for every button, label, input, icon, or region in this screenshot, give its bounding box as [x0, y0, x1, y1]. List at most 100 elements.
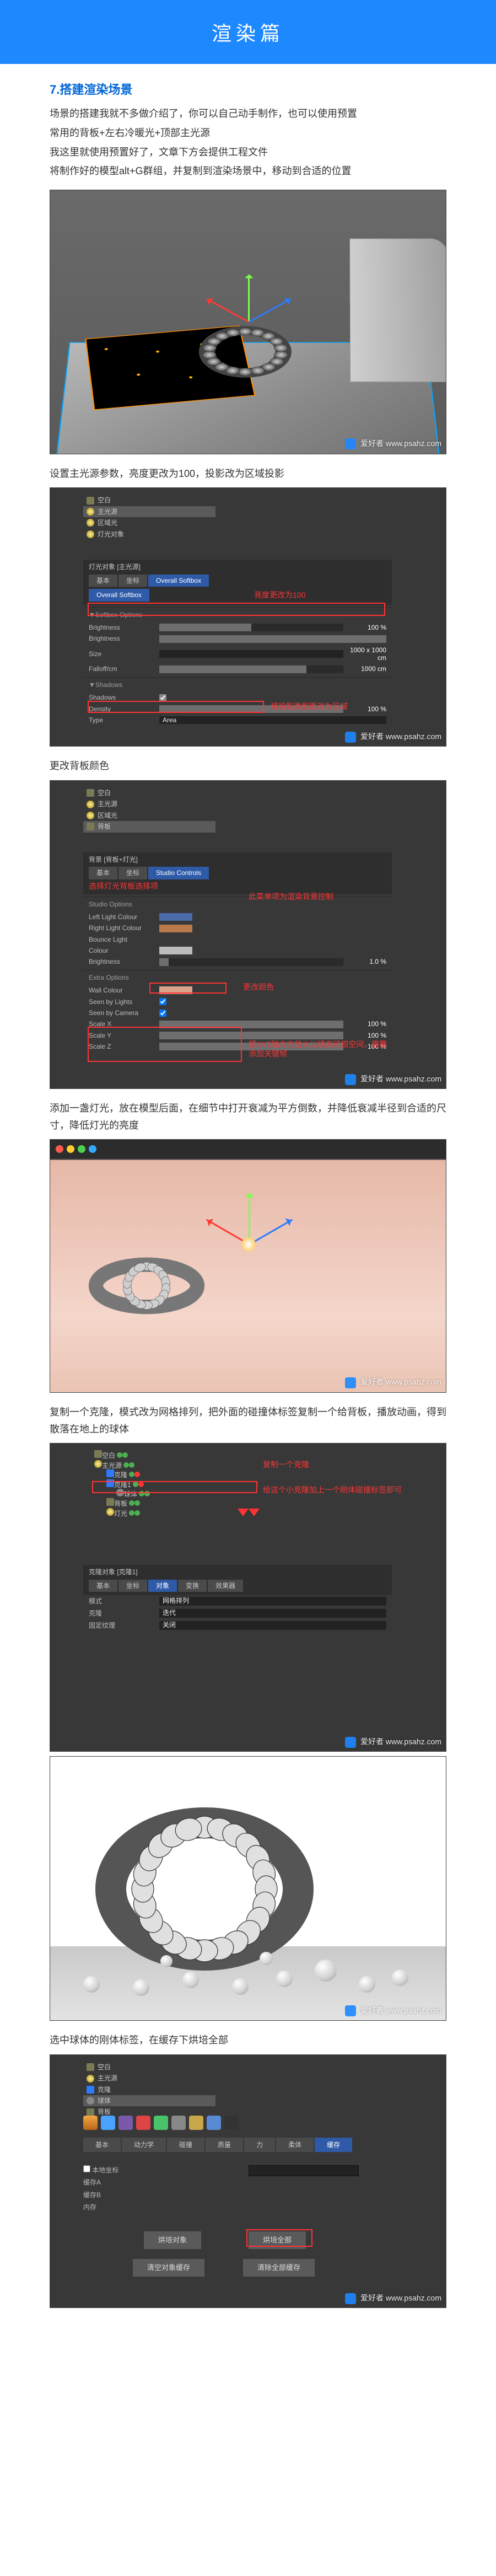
field-size[interactable]: Size 1000 x 1000 cm: [83, 645, 392, 664]
cloner-icon: [106, 1469, 114, 1477]
tree-item[interactable]: 空白: [94, 1450, 249, 1459]
annotation-text: 此菜单项为渲染背景控制: [249, 892, 333, 901]
tag-icon[interactable]: [83, 2116, 98, 2130]
tab-object[interactable]: 对象: [148, 1580, 177, 1592]
attribute-manager: 克隆对象 [克隆1] 基本 坐标 对象 变换 效果器 模式网格排列 克隆迭代 固…: [83, 1565, 392, 1632]
caption-clone-grid: 复制一个克隆，模式改为网格排列，把外面的碰撞体标签复制一个给背板，播放动画，得到…: [50, 1404, 446, 1437]
tree-item[interactable]: 主光源: [94, 1460, 249, 1469]
screenshot-clone-setup: 空白 主光源 克隆 克隆1 球体 背板 灯光 复制一个克隆 给这个小克隆加上一个…: [50, 1443, 446, 1752]
vis-red-icon[interactable]: [134, 1472, 140, 1477]
viewport-toolbar: [50, 1140, 446, 1158]
field-brightness[interactable]: Brightness1.0 %: [83, 956, 392, 967]
brightness-slider[interactable]: [159, 624, 343, 631]
tag-icon[interactable]: [207, 2116, 221, 2130]
field-right-light-colour[interactable]: Right Light Colour: [83, 922, 392, 933]
banner-title: 渲染篇: [212, 22, 284, 45]
field-seen-by-lights[interactable]: Seen by Lights: [83, 996, 392, 1007]
attr-tabs: 基本 坐标 Overall Softbox: [89, 575, 386, 587]
attribute-manager: 灯光对象 [主光源] 基本 坐标 Overall Softbox Overall…: [83, 560, 392, 726]
caption-main-light: 设置主光源参数，亮度更改为100，投影改为区域投影: [50, 465, 446, 482]
cache-dropdown[interactable]: [249, 2165, 359, 2176]
tree-item[interactable]: 背板: [94, 1498, 249, 1507]
field-wall-colour[interactable]: Wall Colour: [83, 985, 392, 996]
field-left-light-colour[interactable]: Left Light Colour: [83, 911, 392, 922]
clear-cache-button[interactable]: 清空对象缓存: [133, 2259, 204, 2277]
tree-item-selected[interactable]: 主光源: [83, 506, 215, 517]
annotation-text: 更改颜色: [243, 983, 274, 992]
dot-yellow-icon: [67, 1145, 74, 1153]
tag-icon[interactable]: [189, 2116, 203, 2130]
tree-item[interactable]: 区域光: [83, 517, 215, 528]
color-swatch[interactable]: [159, 913, 192, 921]
tag-icon[interactable]: [171, 2116, 186, 2130]
type-dropdown[interactable]: Area: [159, 716, 386, 724]
tree-item[interactable]: 区域光: [83, 810, 215, 821]
watermark: 爱好者 www.psahz.com: [345, 732, 441, 743]
clear-all-cache-button[interactable]: 清除全部缓存: [243, 2259, 315, 2277]
tab-cache[interactable]: 缓存: [315, 2138, 352, 2152]
annotation-box: [246, 2229, 312, 2247]
dot-red-icon: [56, 1145, 63, 1153]
field-brightness[interactable]: Brightness 100 %: [83, 622, 392, 633]
tree-item-selected[interactable]: 球体: [83, 2095, 215, 2106]
tab-basic[interactable]: 基本: [89, 575, 117, 587]
backdrop-icon: [87, 2108, 94, 2116]
watermark-logo-icon: [345, 2005, 356, 2016]
field-mode[interactable]: 模式网格排列: [83, 1595, 392, 1607]
watermark: 爱好者 www.psahz.com: [345, 2293, 441, 2304]
mode-dropdown[interactable]: 网格排列: [159, 1597, 386, 1606]
field-seen-by-camera[interactable]: Seen by Camera: [83, 1007, 392, 1018]
tab-coord[interactable]: 坐标: [118, 575, 147, 587]
tag-icon[interactable]: [136, 2116, 150, 2130]
field-type[interactable]: Type Area: [83, 715, 392, 726]
vis-green-icon[interactable]: [117, 1452, 122, 1458]
tree-item-selected[interactable]: 背板: [83, 821, 215, 832]
intro-line-2: 常用的背板+左右冷暖光+顶部主光源: [50, 125, 446, 142]
tab-softbox[interactable]: Overall Softbox: [148, 575, 209, 587]
field-falloff[interactable]: Falloff/cm 1000 cm: [83, 663, 392, 674]
vis-green-icon[interactable]: [122, 1452, 128, 1458]
attribute-manager: 背景 [背板+灯光] 基本坐标Studio Controls 选择灯光背板选择项…: [83, 852, 392, 1053]
color-swatch[interactable]: [159, 947, 192, 954]
scattered-spheres: [50, 1932, 446, 1998]
tag-icon[interactable]: [224, 2116, 239, 2130]
field-clone[interactable]: 克隆迭代: [83, 1607, 392, 1619]
caption-add-light: 添加一盏灯光，放在模型后面，在细节中打开衰减为平方倒数，并降低衰减半径到合适的尺…: [50, 1100, 446, 1134]
omni-light-icon: [241, 1237, 256, 1252]
light-icon: [87, 508, 94, 516]
field-local[interactable]: 本地坐标: [83, 2163, 118, 2176]
page-banner: 渲染篇: [0, 0, 496, 64]
tree-item[interactable]: 主光源: [83, 798, 215, 809]
tree-item[interactable]: 主光源: [83, 2073, 215, 2084]
axis-y: [248, 276, 250, 322]
field-bounce-light[interactable]: Bounce Light: [83, 934, 392, 945]
tag-icon[interactable]: [118, 2116, 133, 2130]
section-title: 7.搭建渲染场景: [50, 79, 446, 100]
intro-line-4: 将制作好的模型alt+G群组，并复制到渲染场景中，移动到合适的位置: [50, 163, 446, 180]
tab-studio-controls[interactable]: Studio Controls: [148, 867, 209, 879]
dot-blue-icon: [89, 1145, 96, 1153]
tag-icon[interactable]: [154, 2116, 168, 2130]
annotation-text: 将投影类型更改为区域: [271, 702, 348, 711]
annotation-text: 亮度更改为100: [254, 591, 305, 600]
field-colour[interactable]: Colour: [83, 945, 392, 956]
section-studio: Studio Options: [83, 897, 392, 911]
intro-line-3: 我这里就使用预置好了，文章下方会提供工程文件: [50, 144, 446, 161]
tree-item[interactable]: 灯光: [94, 1508, 249, 1517]
field-fix-texture[interactable]: 固定纹理关闭: [83, 1619, 392, 1632]
tag-icon[interactable]: [101, 2116, 115, 2130]
shadows-checkbox[interactable]: [159, 694, 166, 701]
null-icon: [87, 2063, 94, 2071]
tree-item[interactable]: 空白: [83, 787, 215, 798]
attr-object-name: 背景 [背板+灯光]: [89, 856, 138, 863]
bake-object-button[interactable]: 烘培对象: [144, 2231, 201, 2249]
field-brightness-2[interactable]: Brightness: [83, 633, 392, 644]
color-swatch[interactable]: [159, 925, 192, 932]
field-cache-a: 缓存A: [83, 2176, 118, 2188]
tree-item[interactable]: 空白: [83, 2062, 215, 2073]
tree-item[interactable]: 克隆: [83, 2084, 215, 2095]
tree-item[interactable]: 空白: [83, 495, 215, 506]
tree-item[interactable]: 克隆: [94, 1469, 249, 1479]
section-heading: 搭建渲染场景: [60, 83, 132, 96]
tree-item[interactable]: 灯光对象: [83, 529, 215, 540]
